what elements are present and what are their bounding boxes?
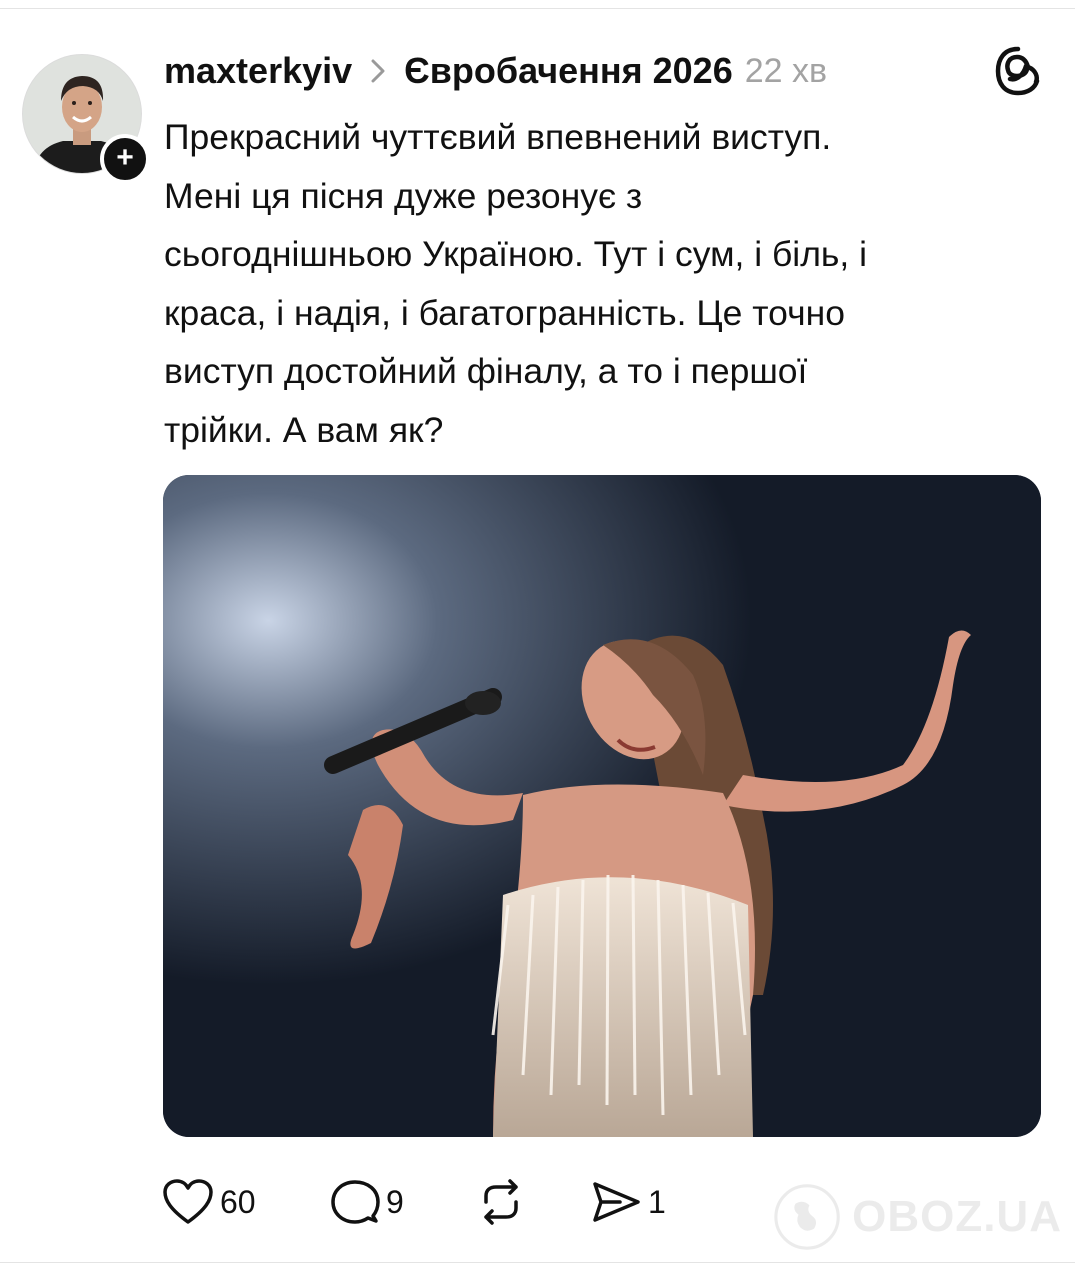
heart-icon[interactable] <box>162 1178 214 1226</box>
post-text: Прекрасний чуттєвий впевнений виступ. Ме… <box>164 108 1034 459</box>
post-text-line: виступ достойний фіналу, а то і першої <box>164 351 808 391</box>
post-text-line: Прекрасний чуттєвий впевнений виступ. <box>164 117 832 157</box>
like-count: 60 <box>220 1183 256 1220</box>
post-text-line: краса, і надія, і багатогранність. Це то… <box>164 292 845 333</box>
threads-logo-icon[interactable] <box>994 46 1042 96</box>
post-actions: 60 9 1 <box>162 1172 666 1232</box>
author-avatar-wrap[interactable]: + <box>22 54 150 184</box>
repost-action[interactable] <box>476 1178 590 1226</box>
post-text-line: трійки. А вам як? <box>164 409 444 450</box>
singer-photo <box>163 475 1041 1137</box>
post-header: maxterkyiv Євробачення 2026 22 хв <box>164 46 827 96</box>
username[interactable]: maxterkyiv <box>164 50 352 92</box>
reply-action[interactable]: 9 <box>330 1178 476 1226</box>
repost-icon[interactable] <box>476 1178 526 1226</box>
send-icon[interactable] <box>590 1178 642 1226</box>
community-tag[interactable]: Євробачення 2026 <box>404 50 733 92</box>
like-action[interactable]: 60 <box>162 1178 330 1226</box>
watermark-text: OBOZ.UA <box>852 1192 1062 1241</box>
globe-logo-icon <box>774 1184 840 1250</box>
reply-count: 9 <box>386 1183 404 1220</box>
post-photo[interactable] <box>163 475 1041 1137</box>
top-divider <box>0 8 1075 9</box>
threads-post-screen: + maxterkyiv Євробачення 2026 22 хв Прек… <box>0 0 1075 1280</box>
comment-icon[interactable] <box>330 1178 380 1226</box>
watermark: OBOZ.UA <box>772 1172 1062 1262</box>
share-count: 1 <box>648 1183 666 1220</box>
post-time: 22 хв <box>744 51 828 90</box>
post-text-line: сьогоднішньою Україною. Тут і сум, і біл… <box>164 234 868 274</box>
chevron-right-icon <box>358 56 398 86</box>
post-text-line: Мені ця пісня дуже резонує з <box>164 175 643 216</box>
share-action[interactable]: 1 <box>590 1178 666 1226</box>
follow-button[interactable]: + <box>100 134 150 184</box>
bottom-divider <box>0 1262 1075 1263</box>
